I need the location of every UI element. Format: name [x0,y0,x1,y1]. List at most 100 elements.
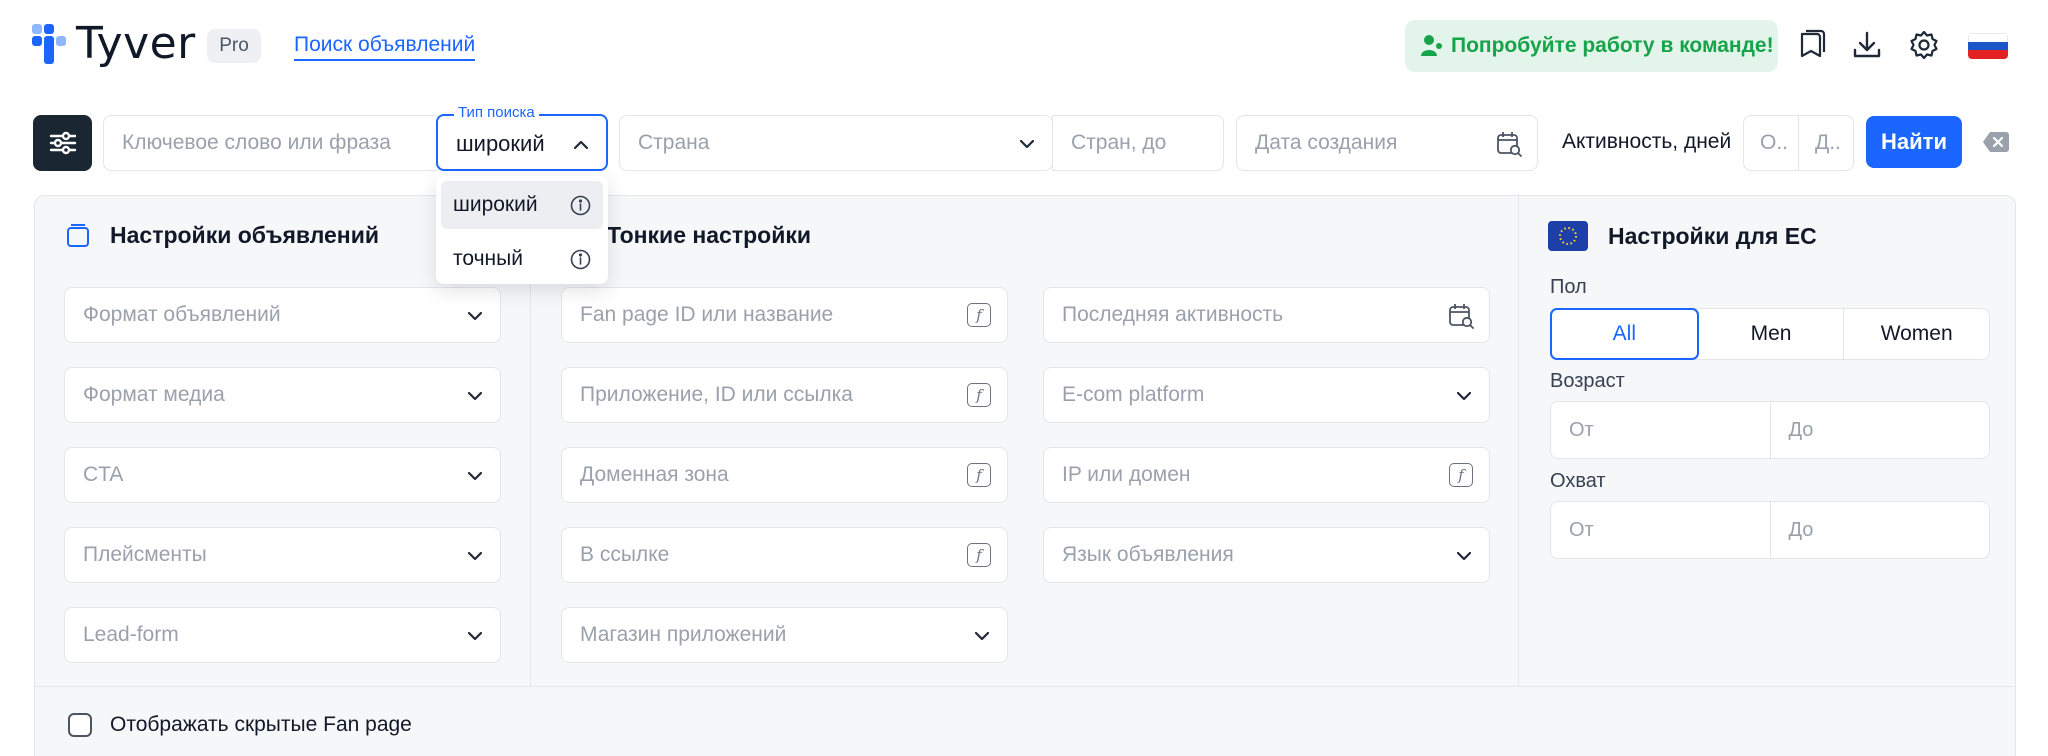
gender-label: Пол [1550,276,1587,298]
age-to-input[interactable]: До [1769,402,1990,458]
chevron-down-icon [468,472,482,481]
reach-label: Охват [1550,470,1606,492]
app-placeholder: Приложение, ID или ссылка [580,383,853,406]
created-date-input[interactable]: Дата создания [1236,115,1538,171]
ad-settings-icon [67,224,89,247]
keyword-input[interactable]: Ключевое слово или фраза [103,115,443,171]
media-format-select[interactable]: Формат медиа [64,367,501,423]
chevron-down-icon [468,552,482,561]
reach-from-input[interactable]: От [1551,502,1770,558]
search-type-option-exact[interactable]: точный [441,235,603,283]
formula-icon[interactable]: f [967,543,991,567]
option-label: широкий [453,193,538,216]
nav-link-ad-search[interactable]: Поиск объявлений [294,33,476,61]
age-label: Возраст [1550,370,1625,392]
activity-days-label: Активность, дней [1562,130,1732,153]
search-type-option-broad[interactable]: широкий [441,181,603,229]
search-type-label: Тип поиска [454,104,539,121]
gender-option-women[interactable]: Women [1843,309,1989,359]
in-link-placeholder: В ссылке [580,543,670,566]
info-icon[interactable] [570,249,591,270]
russia-flag-icon[interactable] [1968,33,2008,59]
ad-settings-title: Настройки объявлений [110,222,379,248]
chevron-up-icon [574,140,588,149]
app-store-select[interactable]: Магазин приложений [561,607,1008,663]
in-link-input[interactable]: В ссылке f [561,527,1008,583]
clear-filters-icon[interactable] [1982,131,2010,153]
search-type-dropdown: широкий точный [436,176,608,284]
ecom-platform-select[interactable]: E-com platform [1043,367,1490,423]
reach-to-input[interactable]: До [1769,502,1990,558]
logo-mark-icon [32,22,68,66]
formula-icon[interactable]: f [967,463,991,487]
created-date-placeholder: Дата создания [1255,131,1398,154]
domain-zone-placeholder: Доменная зона [580,463,729,486]
app-store-placeholder: Магазин приложений [580,623,787,646]
download-icon[interactable] [1850,28,1884,62]
chevron-down-icon [468,632,482,641]
app-input[interactable]: Приложение, ID или ссылка f [561,367,1008,423]
countries-to-placeholder: Стран, до [1071,131,1167,154]
chevron-down-icon [1457,392,1471,401]
ecom-platform-placeholder: E-com platform [1062,383,1205,406]
footer-divider [35,686,2015,687]
team-user-icon [1421,35,1442,56]
ad-language-placeholder: Язык объявления [1062,543,1234,566]
search-type-value: широкий [456,131,545,156]
domain-zone-input[interactable]: Доменная зона f [561,447,1008,503]
age-range: От До [1550,401,1990,459]
placements-placeholder: Плейсменты [83,543,207,566]
chevron-down-icon [1457,552,1471,561]
lead-form-select[interactable]: Lead-form [64,607,501,663]
media-format-placeholder: Формат медиа [83,383,225,406]
fan-page-placeholder: Fan page ID или название [580,303,834,326]
activity-from-placeholder: О.. [1760,131,1789,154]
ip-domain-input[interactable]: IP или домен f [1043,447,1490,503]
filters-toggle-button[interactable] [33,115,92,171]
try-team-button[interactable]: Попробуйте работу в команде! [1405,20,1778,72]
activity-to-input[interactable]: Д.. [1798,115,1854,171]
ip-domain-placeholder: IP или домен [1062,463,1191,486]
hidden-fanpage-checkbox[interactable] [68,713,92,737]
reach-range: От До [1550,501,1990,559]
info-icon[interactable] [570,195,591,216]
gender-option-men[interactable]: Men [1699,309,1844,359]
fine-settings-title: Тонкие настройки [607,222,812,248]
search-type-select[interactable]: Тип поиска широкий [436,104,608,171]
placements-select[interactable]: Плейсменты [64,527,501,583]
find-button[interactable]: Найти [1866,116,1962,168]
calendar-search-icon [1497,132,1522,157]
gender-option-all[interactable]: All [1550,308,1699,360]
gender-segmented-control: All Men Women [1550,308,1990,360]
country-placeholder: Страна [638,131,710,154]
cta-placeholder: CTA [83,463,124,486]
chevron-down-icon [975,632,989,641]
formula-icon[interactable]: f [967,383,991,407]
chevron-down-icon [1020,140,1034,149]
logo-text: Tyver [76,18,196,69]
pro-badge: Pro [207,29,261,63]
book-icon[interactable] [1795,28,1829,62]
countries-to-input[interactable]: Стран, до [1052,115,1224,171]
formula-icon[interactable]: f [967,303,991,327]
fan-page-input[interactable]: Fan page ID или название f [561,287,1008,343]
keyword-placeholder: Ключевое слово или фраза [122,131,391,154]
option-label: точный [453,247,523,270]
cta-select[interactable]: CTA [64,447,501,503]
hidden-fanpage-label: Отображать скрытые Fan page [110,713,412,736]
formula-icon[interactable]: f [1449,463,1473,487]
last-activity-input[interactable]: Последняя активность [1043,287,1490,343]
sliders-icon [49,131,77,155]
gear-icon[interactable] [1907,28,1941,62]
eu-flag-icon [1548,221,1588,251]
lead-form-placeholder: Lead-form [83,623,179,646]
ad-language-select[interactable]: Язык объявления [1043,527,1490,583]
logo[interactable]: Tyver [32,22,196,66]
ad-format-placeholder: Формат объявлений [83,303,281,326]
age-from-input[interactable]: От [1551,402,1770,458]
country-select[interactable]: Страна [619,115,1053,171]
activity-from-input[interactable]: О.. [1743,115,1799,171]
calendar-search-icon [1449,304,1474,329]
ad-format-select[interactable]: Формат объявлений [64,287,501,343]
chevron-down-icon [468,312,482,321]
